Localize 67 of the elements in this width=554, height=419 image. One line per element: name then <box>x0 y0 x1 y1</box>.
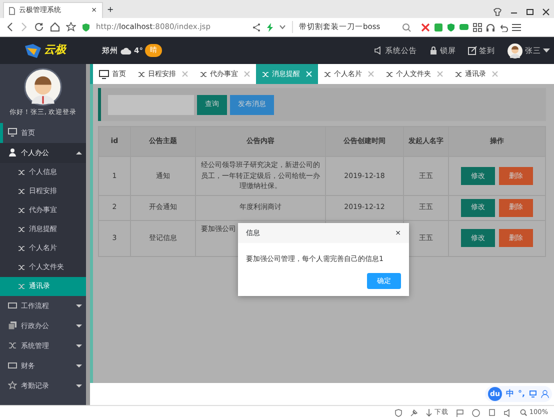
download-arrow-icon <box>426 408 432 416</box>
lightning-icon[interactable] <box>267 22 273 32</box>
cloud-icon <box>120 46 132 54</box>
reload-icon[interactable] <box>34 22 44 32</box>
shuffle-icon <box>386 70 393 78</box>
home-icon[interactable] <box>50 22 60 32</box>
speaker-icon[interactable] <box>504 408 512 416</box>
shuffle-icon <box>18 206 25 214</box>
globe-icon[interactable] <box>472 408 480 416</box>
ime-punctuation[interactable]: °, <box>518 388 525 400</box>
grid-icon[interactable] <box>473 22 482 32</box>
copy-icon <box>8 321 17 330</box>
monitor-icon <box>99 70 109 78</box>
shuffle-icon <box>18 188 25 195</box>
shuffle-icon <box>262 70 269 78</box>
speaker-icon <box>374 46 383 55</box>
star-icon <box>8 381 17 390</box>
shuffle-icon <box>18 226 25 233</box>
card-icon <box>8 361 17 370</box>
shuffle-icon <box>324 70 331 78</box>
menu-icon[interactable] <box>512 22 521 32</box>
close-icon[interactable] <box>542 8 550 16</box>
caret-icon[interactable] <box>543 48 550 53</box>
shield-icon[interactable] <box>395 408 402 416</box>
new-tab-button[interactable]: + <box>107 4 114 16</box>
logo-text: 云极 <box>44 42 66 58</box>
shuffle-icon <box>18 282 25 290</box>
shuffle-icon <box>200 70 207 78</box>
card-icon <box>8 301 17 310</box>
shield-icon[interactable] <box>447 22 455 32</box>
shuffle-icon <box>18 264 25 271</box>
chevron-icon[interactable] <box>279 24 286 30</box>
lock-icon <box>429 46 438 55</box>
page-icon <box>9 6 15 14</box>
shuffle-icon <box>8 341 17 350</box>
caret-icon <box>76 150 82 155</box>
shirt-icon[interactable] <box>493 8 502 16</box>
shuffle-icon <box>138 70 145 78</box>
caret-icon <box>76 324 82 328</box>
headphones-icon[interactable] <box>486 22 495 32</box>
caret-icon <box>76 364 82 368</box>
caret-icon <box>76 344 82 348</box>
avatar-icon[interactable] <box>507 42 523 58</box>
caret-icon <box>76 304 82 308</box>
pin-icon[interactable] <box>410 408 418 416</box>
search-icon <box>520 409 528 416</box>
logo-icon <box>24 42 42 58</box>
maximize-icon[interactable] <box>526 8 534 16</box>
search-input[interactable] <box>108 94 194 114</box>
scissors-icon[interactable] <box>421 22 430 32</box>
search-icon[interactable] <box>402 22 411 32</box>
star-icon[interactable] <box>66 22 76 32</box>
person-icon <box>8 148 17 158</box>
flag-icon[interactable] <box>456 408 464 416</box>
edit-icon <box>468 46 477 55</box>
share-icon[interactable] <box>252 22 261 32</box>
ime-mode[interactable]: 中 <box>506 388 514 400</box>
back-icon[interactable] <box>6 22 14 32</box>
shuffle-icon <box>18 168 25 176</box>
monitor-icon <box>8 128 17 138</box>
shuffle-icon <box>18 244 25 252</box>
shield-icon <box>82 22 90 32</box>
shuffle-icon <box>455 70 462 78</box>
person-icon[interactable] <box>541 390 549 398</box>
copy-icon[interactable] <box>488 408 496 416</box>
caret-icon <box>76 384 82 388</box>
undo-icon[interactable] <box>499 22 508 32</box>
